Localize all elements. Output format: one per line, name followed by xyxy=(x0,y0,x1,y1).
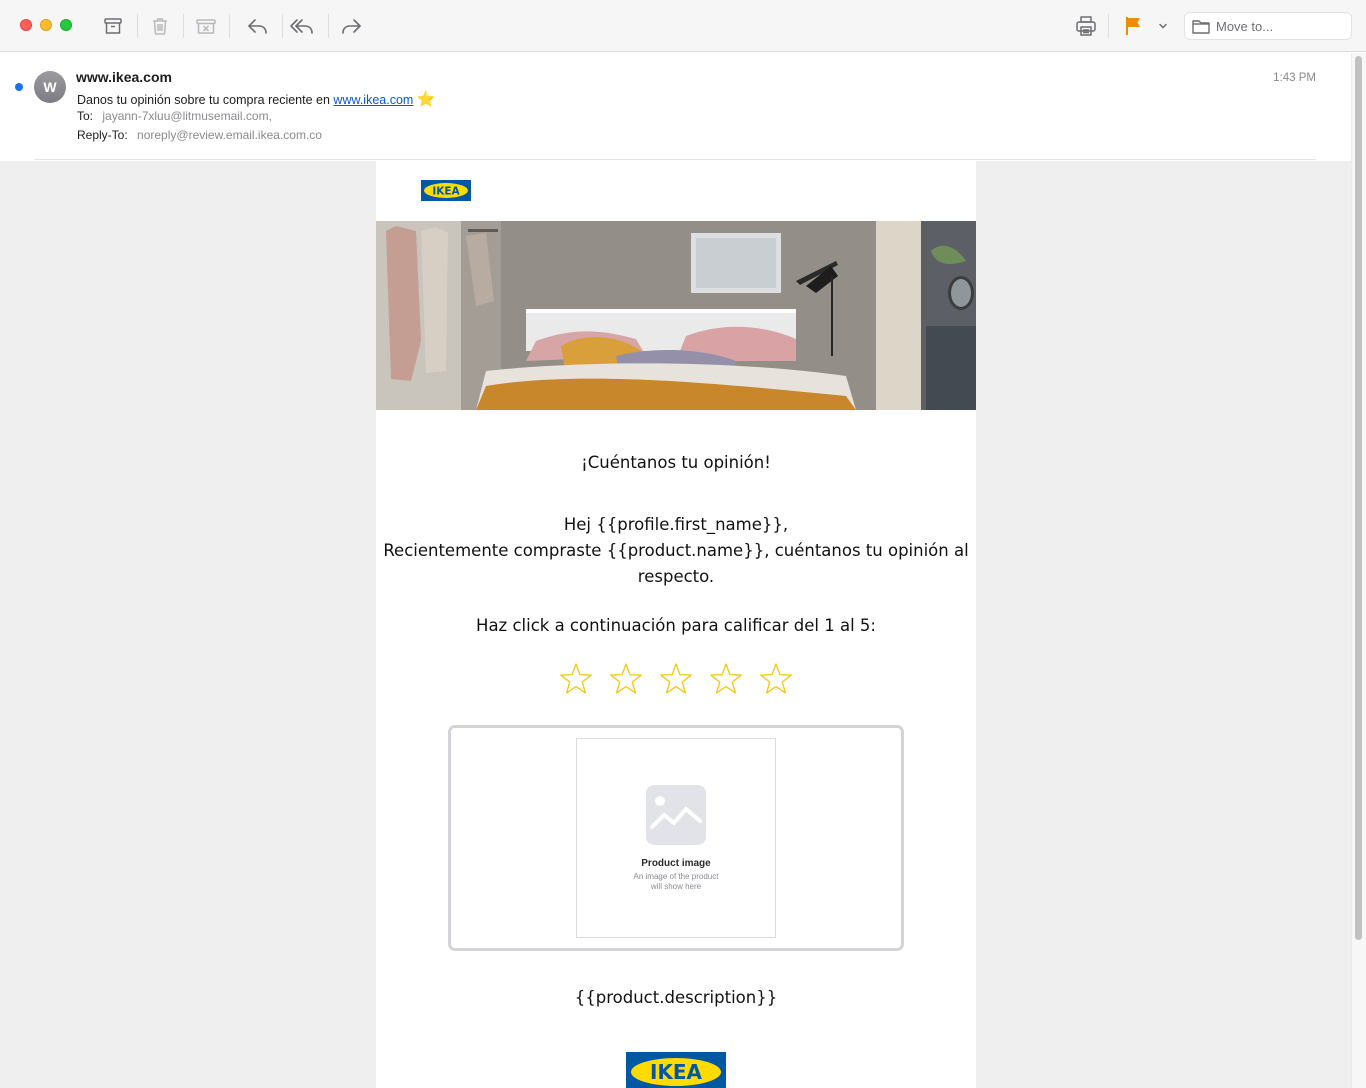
product-image-subtitle-line2: will show here xyxy=(650,882,702,891)
ikea-footer-logo[interactable]: IKEA xyxy=(626,1052,726,1088)
subject-link[interactable]: www.ikea.com xyxy=(333,93,413,107)
greeting-block: Hej {{profile.first_name}}, Recientement… xyxy=(376,512,976,590)
ikea-footer-logo-text: IKEA xyxy=(650,1060,703,1084)
print-icon[interactable] xyxy=(1073,13,1099,39)
message-time: 1:43 PM xyxy=(1273,72,1316,84)
reply-to-address[interactable]: noreply@review.email.ikea.com.co xyxy=(137,128,322,142)
reply-to-row: Reply-To: noreply@review.email.ikea.com.… xyxy=(77,128,322,142)
chevron-down-icon[interactable] xyxy=(1152,13,1174,39)
junk-icon[interactable] xyxy=(193,13,219,39)
folder-icon xyxy=(1191,17,1211,35)
product-image-placeholder[interactable]: Product image An image of the product wi… xyxy=(576,738,776,938)
to-row: To: jayann-7xluu@litmusemail.com, xyxy=(77,109,272,123)
forward-icon[interactable] xyxy=(338,13,364,39)
toolbar: Move to... xyxy=(0,0,1366,52)
toolbar-separator xyxy=(282,14,283,38)
flag-icon[interactable] xyxy=(1121,13,1147,39)
to-label: To: xyxy=(77,109,94,123)
body-line-1: Recientemente compraste {{product.name}}… xyxy=(383,541,969,560)
body-line-2: respecto. xyxy=(637,567,715,586)
message-body: IKEA ¡Cuéntanos tu opinión! Hej {{profil… xyxy=(0,161,1351,1088)
email-content: IKEA ¡Cuéntanos tu opinión! Hej {{profil… xyxy=(376,161,976,1088)
archive-icon[interactable] xyxy=(100,13,126,39)
product-card: Product image An image of the product wi… xyxy=(448,725,904,951)
toolbar-separator xyxy=(1108,14,1109,38)
reply-icon[interactable] xyxy=(245,13,271,39)
to-address[interactable]: jayann-7xluu@litmusemail.com, xyxy=(102,109,272,123)
star-rating-1-icon[interactable] xyxy=(558,661,594,697)
star-rating-4-icon[interactable] xyxy=(708,661,744,697)
reply-to-label: Reply-To: xyxy=(77,128,128,142)
ikea-logo[interactable]: IKEA xyxy=(421,180,471,201)
move-to-label: Move to... xyxy=(1216,19,1274,34)
reply-all-icon[interactable] xyxy=(289,13,315,39)
avatar: W xyxy=(34,71,66,103)
product-image-subtitle: An image of the product will show here xyxy=(577,872,775,892)
zoom-window-button[interactable] xyxy=(60,19,72,31)
scrollbar-thumb[interactable] xyxy=(1355,56,1362,940)
star-rating-2-icon[interactable] xyxy=(608,661,644,697)
subject-text: Danos tu opinión sobre tu compra recient… xyxy=(77,93,330,107)
star-rating-5-icon[interactable] xyxy=(758,661,794,697)
image-placeholder-icon xyxy=(646,785,706,845)
greeting-line: Hej {{profile.first_name}}, xyxy=(563,515,789,534)
rating-stars xyxy=(558,661,798,701)
message-header: W www.ikea.com Danos tu opinión sobre tu… xyxy=(0,53,1350,161)
toolbar-separator xyxy=(328,14,329,38)
toolbar-separator xyxy=(137,14,138,38)
star-rating-3-icon[interactable] xyxy=(658,661,694,697)
toolbar-separator xyxy=(183,14,184,38)
minimize-window-button[interactable] xyxy=(40,19,52,31)
close-window-button[interactable] xyxy=(20,19,32,31)
sender-name[interactable]: www.ikea.com xyxy=(76,69,172,85)
hero-image[interactable] xyxy=(376,221,976,410)
subject: Danos tu opinión sobre tu compra recient… xyxy=(77,90,435,108)
trash-icon[interactable] xyxy=(147,13,173,39)
email-heading: ¡Cuéntanos tu opinión! xyxy=(581,453,771,472)
ikea-logo-text: IKEA xyxy=(432,185,460,197)
scrollbar[interactable] xyxy=(1351,53,1366,1088)
product-image-subtitle-line1: An image of the product xyxy=(633,872,719,881)
header-divider xyxy=(34,159,1316,160)
product-description: {{product.description}} xyxy=(574,988,778,1007)
rating-instruction: Haz click a continuación para calificar … xyxy=(476,616,876,635)
product-image-title: Product image xyxy=(641,858,711,869)
toolbar-separator xyxy=(229,14,230,38)
move-to-dropdown[interactable]: Move to... xyxy=(1184,12,1352,40)
star-emoji: ⭐ xyxy=(416,91,436,108)
unread-indicator xyxy=(15,83,23,91)
